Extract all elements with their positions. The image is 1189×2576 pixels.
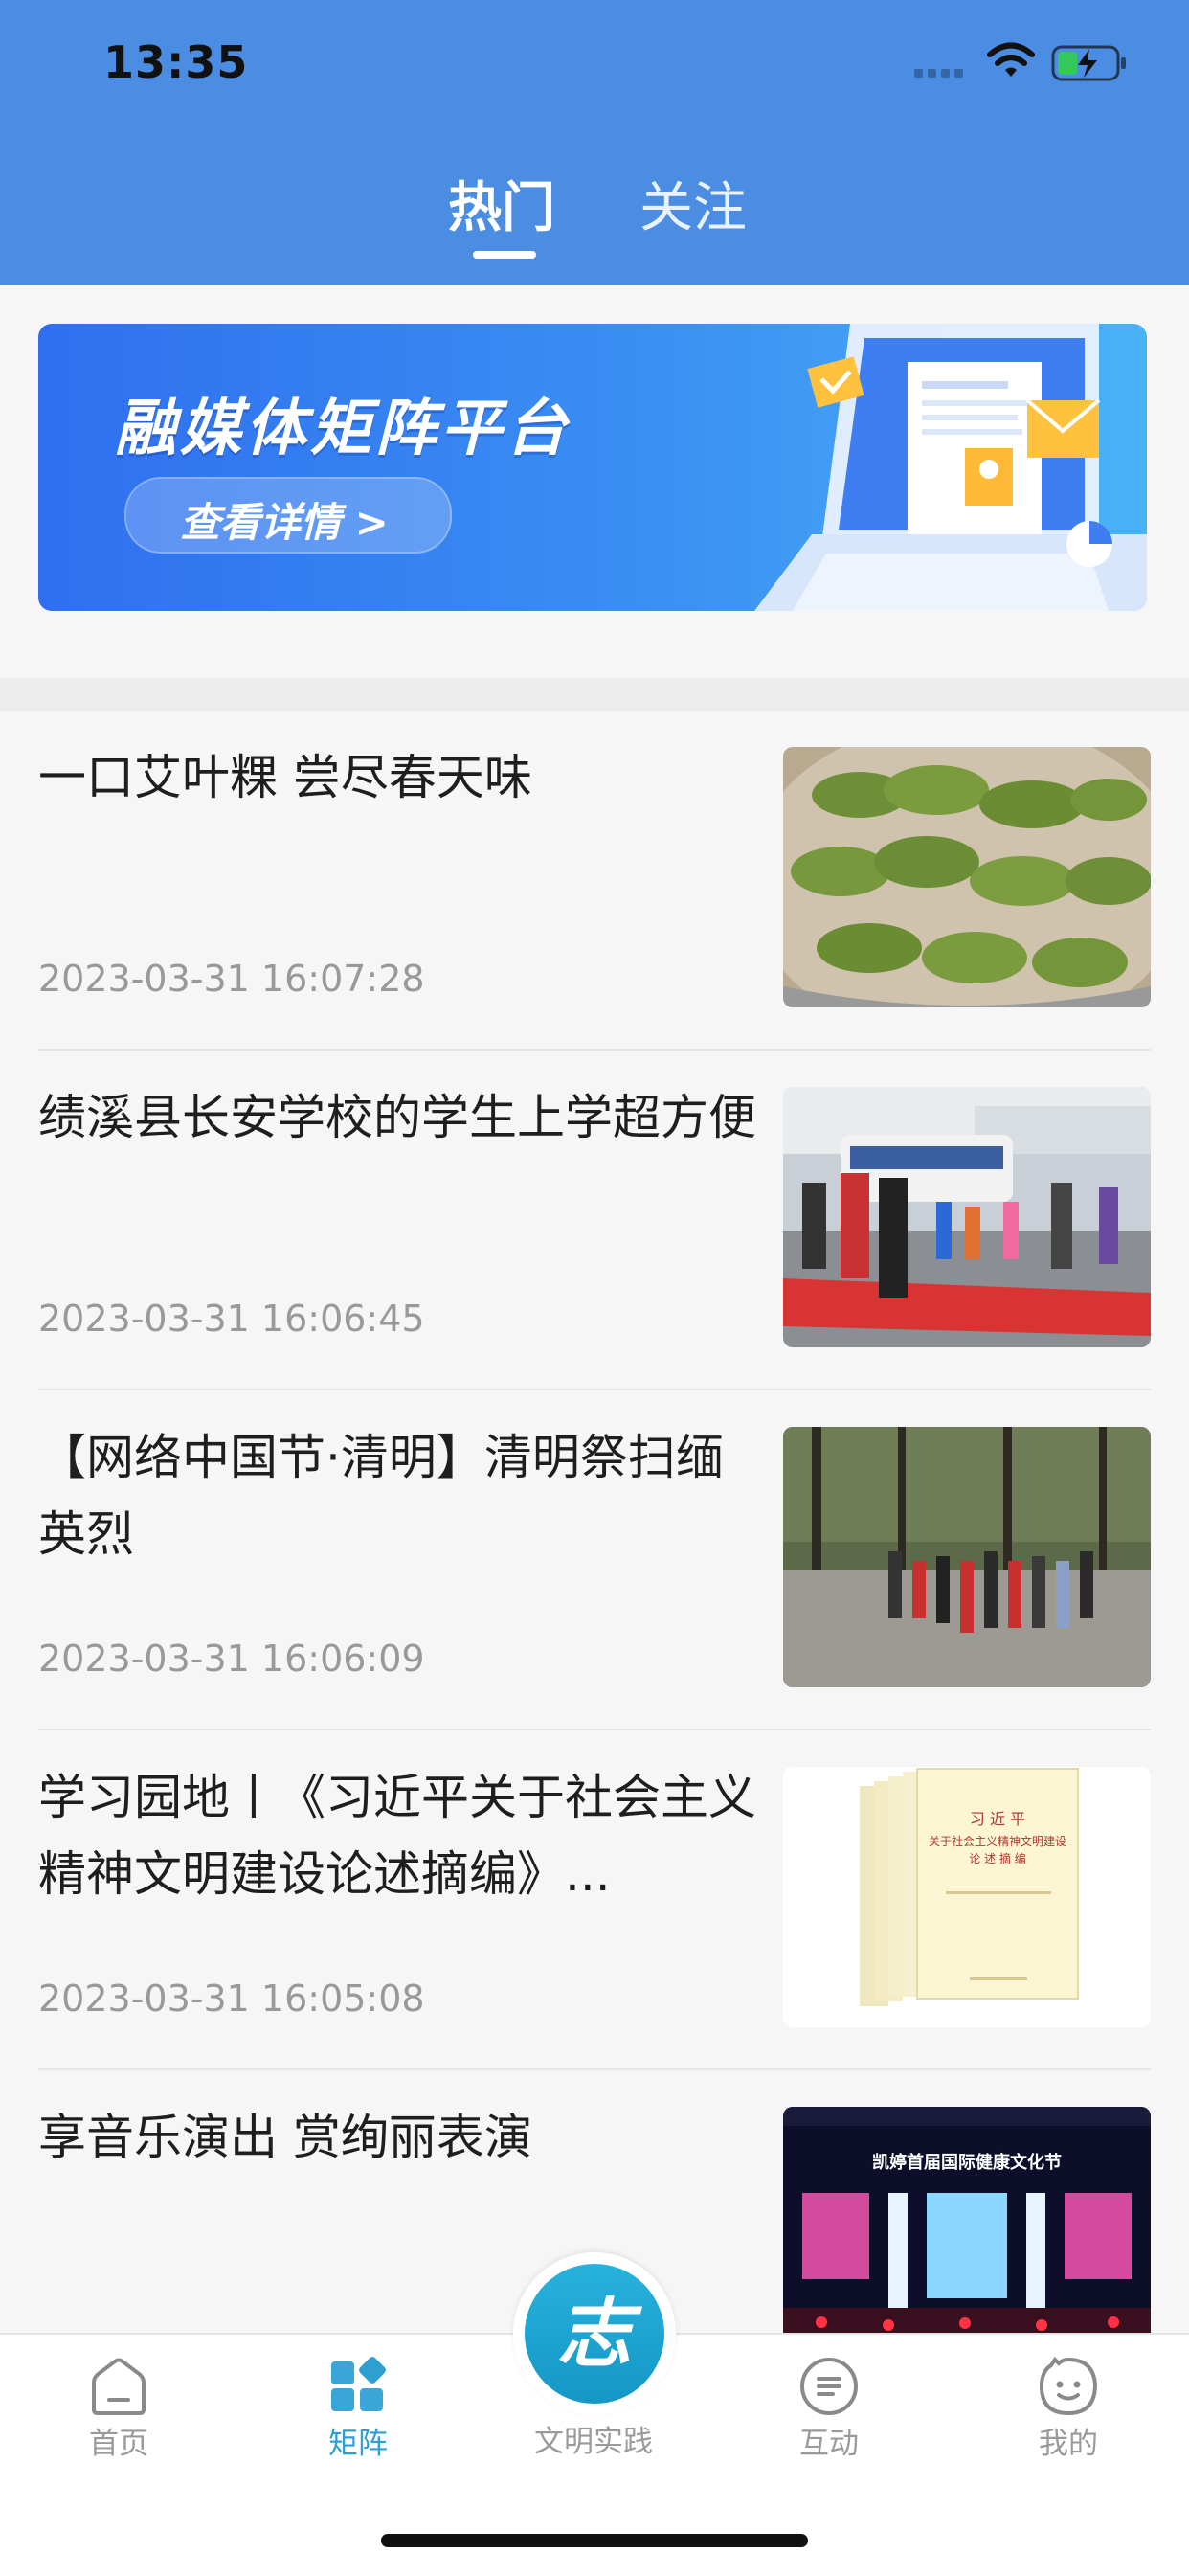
matrix-icon [331,2357,386,2411]
smiley-icon [1039,2356,1098,2416]
view-details-button[interactable]: 查看详情 > [124,477,452,554]
tab-matrix[interactable]: 矩阵 [262,2335,454,2478]
feed-tabs: 热门 关注 [0,165,1189,260]
tab-home-label: 首页 [89,2427,148,2461]
stage-banner-text: 凯婷首届国际健康文化节 [872,2152,1062,2173]
home-icon [92,2358,146,2415]
view-details-label: 查看详情 > [180,499,389,546]
laptop-illustration [754,324,1147,611]
news-item[interactable]: 一口艾叶粿 尝尽春天味 2023-03-31 16:07:28 [0,711,1189,1051]
tab-follow[interactable]: 关注 [639,165,747,242]
news-title: 绩溪县长安学校的学生上学超方便 [38,1090,756,1145]
banner-title: 融媒体矩阵平台 [115,394,571,464]
status-time: 13:35 [103,36,249,88]
chat-icon [800,2358,858,2415]
news-thumbnail: 习 近 平 关于社会主义精神文明建设 论 述 摘 编 [783,1767,1151,2027]
tab-civilization-label[interactable]: 文明实践 [498,2417,689,2460]
tab-interact[interactable]: 互动 [733,2335,925,2478]
wifi-icon [987,42,1035,77]
civilization-practice-button[interactable]: 志 [513,2252,676,2415]
news-time: 2023-03-31 16:05:08 [38,1977,425,2020]
news-thumbnail: 凯婷首届国际健康文化节 [783,2107,1151,2367]
news-thumbnail [783,1087,1151,1347]
section-divider [0,678,1189,711]
news-thumbnail [783,747,1151,1007]
book-cover-subtitle: 关于社会主义精神文明建设 [929,1834,1066,1848]
zhi-glyph: 志 [557,2291,642,2378]
top-header: 13:35 热门 关注 [0,0,1189,285]
news-item[interactable]: 学习园地丨《习近平关于社会主义精神文明建设论述摘编》... 2023-03-31… [0,1730,1189,2070]
home-indicator [381,2534,808,2547]
tab-hot[interactable]: 热门 [448,165,555,242]
tab-interact-label: 互动 [799,2427,859,2461]
news-thumbnail [783,1427,1151,1687]
active-tab-indicator [473,251,536,259]
tab-home[interactable]: 首页 [23,2335,214,2478]
news-title: 一口艾叶粿 尝尽春天味 [38,750,532,805]
tab-mine-label: 我的 [1039,2427,1098,2461]
promo-banner[interactable]: 融媒体矩阵平台 查看详情 > [38,324,1147,611]
cellular-signal-icon [914,69,963,78]
news-title: 学习园地丨《习近平关于社会主义精神文明建设论述摘编》... [38,1770,756,1902]
tab-matrix-label: 矩阵 [328,2427,388,2461]
news-item[interactable]: 绩溪县长安学校的学生上学超方便 2023-03-31 16:06:45 [0,1051,1189,1390]
zhi-icon: 志 [525,2264,664,2404]
news-title: 【网络中国节·清明】清明祭扫缅英烈 [38,1430,724,1562]
book-cover-title: 习 近 平 [970,1810,1025,1828]
news-item[interactable]: 【网络中国节·清明】清明祭扫缅英烈 2023-03-31 16:06:09 [0,1390,1189,1730]
news-time: 2023-03-31 16:06:09 [38,1638,425,1680]
news-time: 2023-03-31 16:07:28 [38,958,425,1000]
news-title: 享音乐演出 赏绚丽表演 [38,2110,532,2165]
book-cover-line3: 论 述 摘 编 [969,1851,1025,1865]
news-time: 2023-03-31 16:06:45 [38,1298,425,1340]
tab-mine[interactable]: 我的 [973,2335,1164,2478]
banner-section: 融媒体矩阵平台 查看详情 > [0,285,1189,678]
battery-charging-icon [1051,45,1126,81]
